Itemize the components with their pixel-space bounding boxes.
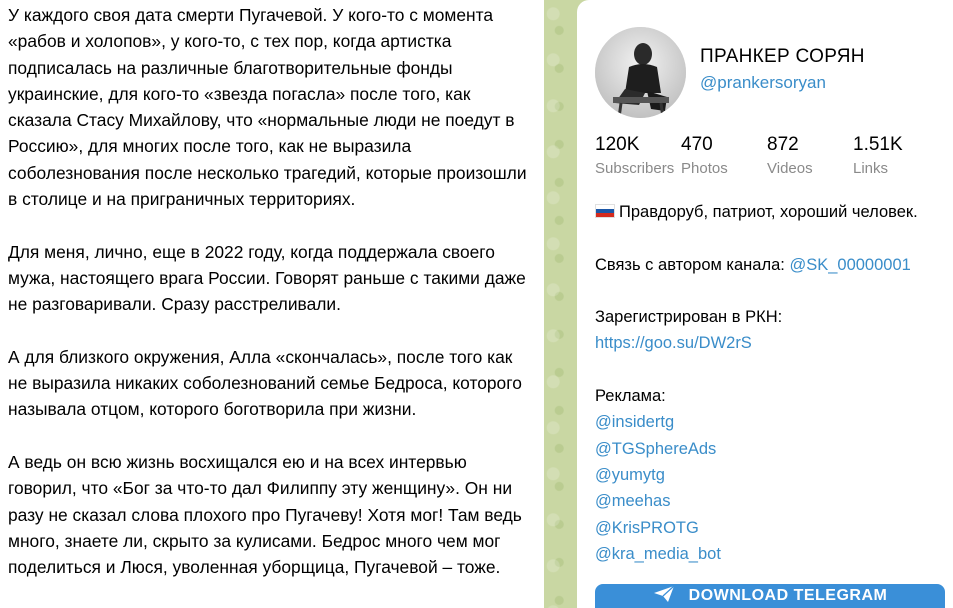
contact-line: Связь с автором канала: @SK_00000001 [595,252,945,278]
post-paragraph: У каждого своя дата смерти Пугачевой. У … [8,5,527,210]
download-button-label: DOWNLOAD TELEGRAM [688,587,888,604]
stat-value: 872 [767,134,799,155]
download-telegram-button[interactable]: DOWNLOAD TELEGRAM [595,584,945,608]
stat-label: Links [853,160,889,177]
stat-label: Subscribers [595,160,675,177]
stat-value: 1.51K [853,134,903,155]
contact-label: Связь с автором канала: [595,255,790,274]
post-paragraph: А для близкого окружения, Алла «скончала… [8,346,522,420]
rkn-label: Зарегистрирован в РКН: [595,308,783,327]
ads-link[interactable]: @yumytg [595,466,665,484]
rkn-link[interactable]: https://goo.su/DW2rS [595,334,752,352]
ads-link[interactable]: @kra_media_bot [595,545,721,563]
post-text: У каждого своя дата смерти Пугачевой. У … [8,2,528,607]
ads-link[interactable]: @insidertg [595,413,674,431]
channel-description: Правдоруб, патриот, хороший человек. Свя… [595,199,945,567]
avatar-photo [595,27,686,118]
stat-subscribers: 120K Subscribers [595,133,681,181]
russia-flag-icon [595,204,615,218]
stat-links[interactable]: 1.51K Links [853,133,939,181]
ads-link[interactable]: @meehas [595,492,670,510]
stat-value: 470 [681,134,713,155]
stat-videos[interactable]: 872 Videos [767,133,853,181]
tagline-line: Правдоруб, патриот, хороший человек. [595,199,945,225]
ads-link[interactable]: @TGSphereAds [595,440,716,458]
channel-handle-link[interactable]: @prankersoryan [700,73,826,93]
channel-name: ПРАНКЕР СОРЯН [700,46,865,67]
tagline: Правдоруб, патриот, хороший человек. [619,203,918,221]
ads-label: Реклама: [595,387,666,406]
contact-link[interactable]: @SK_00000001 [789,256,910,274]
ads-link[interactable]: @KrisPROTG [595,519,699,537]
channel-avatar[interactable] [595,27,686,118]
post-paragraph: Для меня, лично, еще в 2022 году, когда … [8,241,526,315]
post-paragraph: А ведь он всю жизнь восхищался ею и на в… [8,452,522,578]
stat-value: 120K [595,134,640,155]
stat-photos[interactable]: 470 Photos [681,133,767,181]
stat-label: Videos [767,160,813,177]
stat-label: Photos [681,160,728,177]
channel-stats: 120K Subscribers 470 Photos 872 Videos 1… [595,133,939,181]
paper-plane-icon [653,585,675,608]
